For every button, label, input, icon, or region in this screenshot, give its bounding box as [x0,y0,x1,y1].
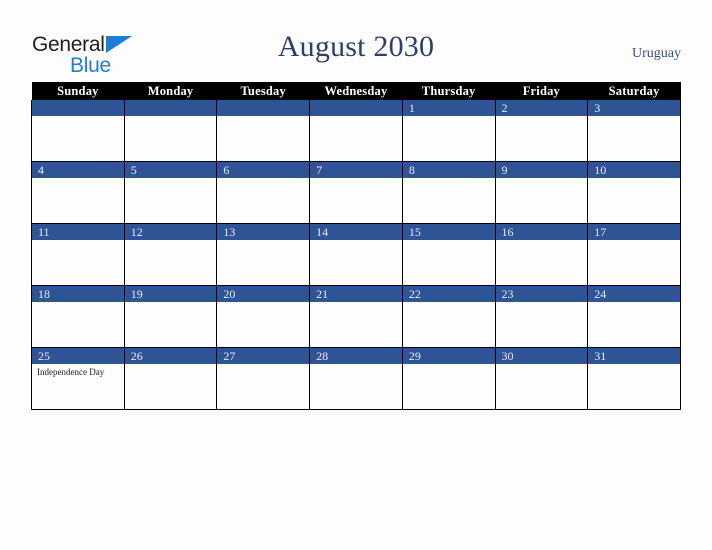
calendar-day-cell[interactable]: 2 [494,100,589,162]
calendar-day-cell[interactable]: 30 [494,347,589,410]
calendar-day-cell[interactable]: 14 [309,223,403,286]
day-number: 2 [495,100,588,116]
calendar-day-cell[interactable]: 20 [216,285,311,348]
calendar-week-row: 18 19 20 21 22 23 24 [31,285,681,348]
weekday-header-saturday: Saturday [587,82,681,100]
day-number: 8 [402,162,495,178]
weekday-header-wednesday: Wednesday [309,82,403,100]
day-number: 25 [32,348,124,364]
calendar-day-cell[interactable]: 19 [123,285,218,348]
calendar-day-cell[interactable]: 13 [216,223,311,286]
day-number: 22 [402,286,495,302]
day-number [310,100,402,116]
day-number: 19 [124,286,217,302]
weekday-header-monday: Monday [124,82,217,100]
day-number: 5 [124,162,217,178]
day-number: 30 [495,348,588,364]
day-number: 3 [588,100,680,116]
day-number: 16 [495,224,588,240]
day-number: 20 [217,286,310,302]
calendar-day-cell[interactable]: 21 [309,285,403,348]
calendar-day-cell[interactable]: 23 [494,285,589,348]
calendar-day-cell[interactable] [216,100,311,162]
day-number: 15 [402,224,495,240]
day-number: 18 [32,286,124,302]
day-number: 12 [124,224,217,240]
weekday-header-row: Sunday Monday Tuesday Wednesday Thursday… [31,82,681,100]
day-number: 17 [588,224,680,240]
calendar-day-cell[interactable]: 11 [31,223,125,286]
day-number: 6 [217,162,310,178]
day-number: 13 [217,224,310,240]
day-number: 9 [495,162,588,178]
calendar-day-cell[interactable]: 7 [309,161,403,224]
calendar-day-cell[interactable]: 28 [309,347,403,410]
weekday-header-friday: Friday [495,82,588,100]
calendar-day-cell[interactable]: 4 [31,161,125,224]
calendar-day-cell[interactable]: 3 [587,100,681,162]
calendar-day-cell[interactable]: 24 [587,285,681,348]
calendar-week-row: 25 Independence Day 26 27 28 29 30 31 [31,347,681,410]
day-number: 1 [402,100,495,116]
calendar-day-cell[interactable]: 8 [401,161,496,224]
day-number: 10 [588,162,680,178]
calendar-day-cell[interactable]: 9 [494,161,589,224]
weekday-header-sunday: Sunday [31,82,125,100]
calendar-day-cell[interactable]: 5 [123,161,218,224]
calendar-day-cell[interactable]: 6 [216,161,311,224]
calendar-day-cell[interactable]: 1 [401,100,496,162]
calendar-grid: Sunday Monday Tuesday Wednesday Thursday… [31,82,681,410]
weekday-header-thursday: Thursday [402,82,496,100]
calendar-day-cell[interactable]: 10 [587,161,681,224]
day-number [32,100,124,116]
calendar-day-cell[interactable]: 15 [401,223,496,286]
calendar-day-cell[interactable]: 29 [401,347,496,410]
calendar-day-cell[interactable]: 18 [31,285,125,348]
day-number [124,100,217,116]
calendar-day-cell[interactable]: 27 [216,347,311,410]
calendar-body: 1 2 3 4 5 6 7 8 9 10 11 12 13 14 15 16 17 18 19 20 21 22 23 24 2… [31,100,681,410]
day-number: 4 [32,162,124,178]
calendar-day-cell[interactable]: 17 [587,223,681,286]
day-number: 24 [588,286,680,302]
calendar-week-row: 11 12 13 14 15 16 17 [31,223,681,286]
calendar-week-row: 123 [31,100,681,162]
calendar-day-cell[interactable]: 12 [123,223,218,286]
weekday-header-tuesday: Tuesday [216,82,310,100]
calendar-day-cell[interactable]: 26 [123,347,218,410]
calendar-day-cell[interactable]: 16 [494,223,589,286]
day-number: 14 [310,224,402,240]
day-number: 28 [310,348,402,364]
day-number: 21 [310,286,402,302]
day-number: 27 [217,348,310,364]
day-number: 26 [124,348,217,364]
holiday-label: Independence Day [37,367,105,377]
calendar-day-cell[interactable]: 31 [587,347,681,410]
day-number [217,100,310,116]
page-title: August 2030 [277,30,435,63]
day-number: 29 [402,348,495,364]
day-number: 7 [310,162,402,178]
calendar-day-cell[interactable] [31,100,125,162]
calendar-day-cell[interactable]: 22 [401,285,496,348]
calendar-week-row: 4 5 6 7 8 9 10 [31,161,681,224]
calendar-day-cell[interactable]: 25 Independence Day [31,347,125,410]
day-number: 31 [588,348,680,364]
calendar-day-cell[interactable] [123,100,218,162]
country-label: Uruguay [632,46,681,61]
calendar-day-cell[interactable] [309,100,403,162]
day-number: 11 [32,224,124,240]
page-header: General Blue August 2030 Uruguay [0,0,712,82]
day-number: 23 [495,286,588,302]
